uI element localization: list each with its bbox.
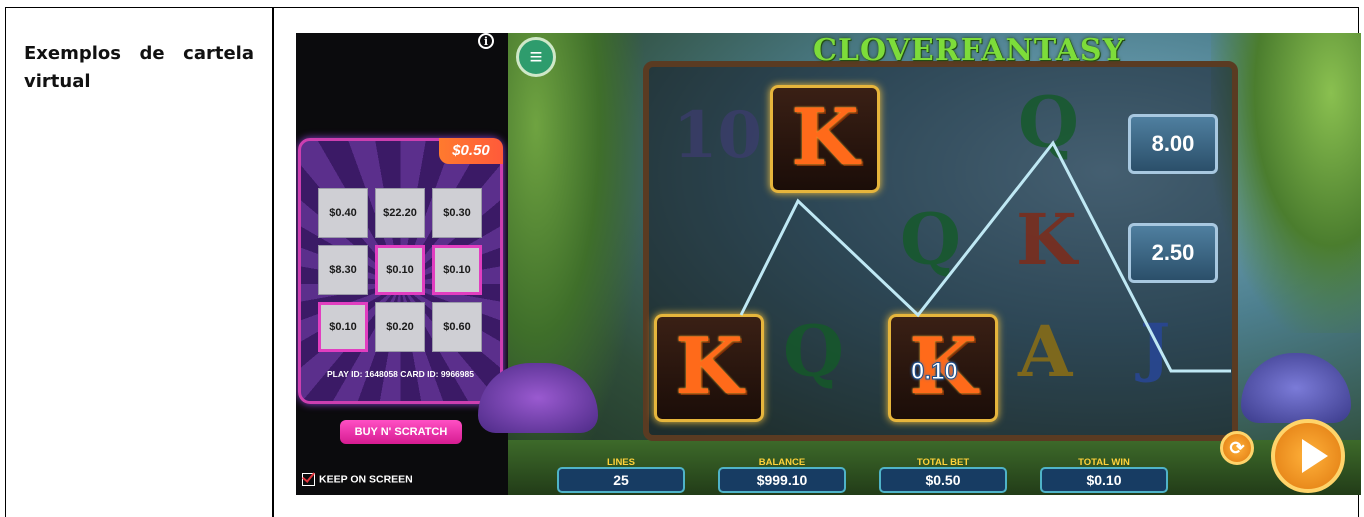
info-icon[interactable]: i bbox=[478, 33, 494, 49]
buy-scratch-button[interactable]: BUY N' SCRATCH bbox=[340, 420, 462, 444]
card-price: $0.50 bbox=[439, 138, 503, 164]
game-screenshot: i $0.50 $0.40 $22.20 $0.30 $8.30 $0.10 $0.10 $… bbox=[296, 33, 1361, 495]
table-divider bbox=[272, 7, 274, 517]
row-label: Exemplos de cartela virtual bbox=[24, 43, 254, 92]
card-ids: PLAY ID: 1648058 CARD ID: 9966985 bbox=[327, 369, 474, 379]
scratch-cell[interactable]: $0.60 bbox=[432, 302, 482, 352]
scratch-panel: i $0.50 $0.40 $22.20 $0.30 $8.30 $0.10 $0.10 $… bbox=[296, 33, 508, 495]
scratch-cell[interactable]: $0.40 bbox=[318, 188, 368, 238]
spin-button[interactable] bbox=[1271, 419, 1345, 493]
checkbox-icon[interactable] bbox=[302, 473, 315, 486]
slot-scene: CLOVERFANTASY ≡ 10 Q Q K Q A J K K K 8.0… bbox=[478, 33, 1361, 495]
autoplay-icon[interactable]: ⟳ bbox=[1220, 431, 1254, 465]
lines-display: LINES 25 bbox=[557, 457, 685, 493]
scratch-cell[interactable]: $8.30 bbox=[318, 245, 368, 295]
keep-label: KEEP ON SCREEN bbox=[319, 473, 413, 486]
scratch-cell[interactable]: $22.20 bbox=[375, 188, 425, 238]
scratch-card: $0.50 $0.40 $22.20 $0.30 $8.30 $0.10 $0.10 $0.… bbox=[298, 138, 503, 404]
line-win-value: 0.10 bbox=[911, 358, 959, 386]
win-line bbox=[739, 140, 1231, 373]
scratch-cell[interactable]: $0.20 bbox=[375, 302, 425, 352]
scratch-cell[interactable]: $0.10 bbox=[432, 245, 482, 295]
keep-on-screen-toggle[interactable]: KEEP ON SCREEN bbox=[302, 473, 413, 486]
scratch-cell[interactable]: $0.30 bbox=[432, 188, 482, 238]
total-win-display: TOTAL WIN $0.10 bbox=[1040, 457, 1168, 493]
scratch-cell[interactable]: $0.10 bbox=[375, 245, 425, 295]
scratch-cell[interactable]: $0.10 bbox=[318, 302, 368, 352]
total-bet-display[interactable]: TOTAL BET $0.50 bbox=[879, 457, 1007, 493]
balance-display: BALANCE $999.10 bbox=[718, 457, 846, 493]
